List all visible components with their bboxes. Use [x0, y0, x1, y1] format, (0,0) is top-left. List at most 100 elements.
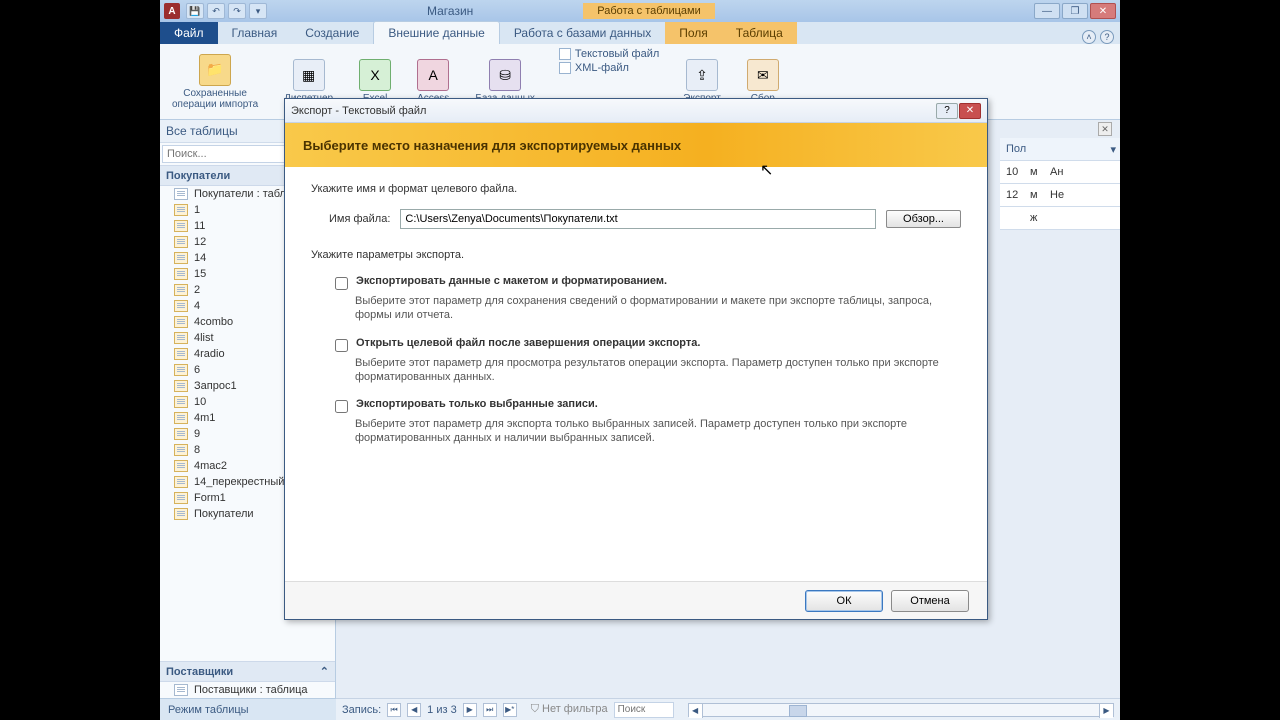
- minimize-ribbon-icon[interactable]: ˄: [1082, 30, 1096, 44]
- checkbox[interactable]: [335, 277, 348, 290]
- query-icon: [174, 412, 188, 424]
- datasheet-fragment: Пол▾ 10мАн 12мНе ж: [1000, 138, 1120, 230]
- query-icon: [174, 396, 188, 408]
- tab-table[interactable]: Таблица: [722, 22, 797, 44]
- tab-external-data[interactable]: Внешние данные: [373, 21, 500, 44]
- xml-file-icon: [559, 62, 571, 74]
- dialog-banner-text: Выберите место назначения для экспортиру…: [303, 138, 681, 153]
- filename-label: Имя файла:: [329, 213, 390, 225]
- save-icon[interactable]: 💾: [186, 3, 204, 19]
- first-record-button[interactable]: ⏮: [387, 703, 401, 717]
- scroll-left-icon[interactable]: ◀: [689, 704, 703, 718]
- query-icon: [174, 236, 188, 248]
- browse-button[interactable]: Обзор...: [886, 210, 961, 228]
- option-description: Выберите этот параметр для сохранения св…: [355, 294, 961, 323]
- query-icon: [174, 300, 188, 312]
- table-icon: [174, 684, 188, 696]
- instruction-text-2: Укажите параметры экспорта.: [311, 249, 961, 261]
- export-formatted-option[interactable]: Экспортировать данные с макетом и формат…: [335, 275, 961, 290]
- option-title: Экспортировать данные с макетом и формат…: [356, 275, 667, 290]
- tab-database-tools[interactable]: Работа с базами данных: [500, 22, 665, 44]
- checkbox[interactable]: [335, 339, 348, 352]
- database-icon: ⛁: [489, 59, 521, 91]
- open-after-export-option[interactable]: Открыть целевой файл после завершения оп…: [335, 337, 961, 352]
- nav-group-suppliers[interactable]: Поставщики⌃: [160, 661, 335, 682]
- dialog-titlebar[interactable]: Экспорт - Текстовый файл ? ✕: [285, 99, 987, 123]
- query-icon: [174, 252, 188, 264]
- titlebar: A 💾 ↶ ↷ ▾ Магазин Работа с таблицами — ❐…: [160, 0, 1120, 22]
- dialog-footer: ОК Отмена: [285, 581, 987, 619]
- filter-status: ⛉ Нет фильтра: [531, 703, 608, 716]
- dialog-body: Укажите имя и формат целевого файла. Имя…: [285, 167, 987, 581]
- tab-file[interactable]: Файл: [160, 22, 218, 44]
- filename-input[interactable]: [400, 209, 876, 229]
- app-icon[interactable]: A: [164, 3, 180, 19]
- form-icon: [174, 492, 188, 504]
- dialog-close-button[interactable]: ✕: [959, 103, 981, 119]
- redo-icon[interactable]: ↷: [228, 3, 246, 19]
- table-row[interactable]: 12мНе: [1000, 184, 1120, 207]
- import-xml-file[interactable]: XML-файл: [559, 62, 659, 74]
- cancel-button[interactable]: Отмена: [891, 590, 969, 612]
- close-button[interactable]: ✕: [1090, 3, 1116, 19]
- import-text-file[interactable]: Текстовый файл: [559, 48, 659, 60]
- minimize-button[interactable]: —: [1034, 3, 1060, 19]
- record-label: Запись:: [342, 704, 381, 716]
- text-file-icon: [559, 48, 571, 60]
- horizontal-scrollbar[interactable]: ◀▶: [688, 703, 1114, 717]
- qat-dropdown-icon[interactable]: ▾: [249, 3, 267, 19]
- record-position: 1 из 3: [427, 704, 457, 716]
- collect-icon: ✉: [747, 59, 779, 91]
- record-navigator: Запись: ⏮ ◀ 1 из 3 ▶ ⏭ ▶* ⛉ Нет фильтра …: [336, 698, 1120, 720]
- dropdown-icon[interactable]: ▾: [1110, 143, 1116, 156]
- next-record-button[interactable]: ▶: [463, 703, 477, 717]
- nav-item-table[interactable]: Поставщики : таблица: [160, 682, 335, 698]
- query-icon: [174, 268, 188, 280]
- export-icon: ⇪: [686, 59, 718, 91]
- table-row[interactable]: ж: [1000, 207, 1120, 230]
- option-description: Выберите этот параметр для просмотра рез…: [355, 356, 961, 385]
- saved-imports-button[interactable]: 📁 Сохраненные операции импорта: [166, 46, 264, 117]
- access-icon: A: [417, 59, 449, 91]
- undo-icon[interactable]: ↶: [207, 3, 225, 19]
- excel-icon: X: [359, 59, 391, 91]
- folder-icon: 📁: [199, 54, 231, 86]
- dialog-help-button[interactable]: ?: [936, 103, 958, 119]
- contextual-tab-label: Работа с таблицами: [583, 3, 714, 19]
- help-icon[interactable]: ?: [1100, 30, 1114, 44]
- query-icon: [174, 332, 188, 344]
- new-record-button[interactable]: ▶*: [503, 703, 517, 717]
- last-record-button[interactable]: ⏭: [483, 703, 497, 717]
- tab-fields[interactable]: Поля: [665, 22, 722, 44]
- maximize-button[interactable]: ❐: [1062, 3, 1088, 19]
- column-header[interactable]: Пол▾: [1000, 138, 1120, 161]
- ribbon-tabs: Файл Главная Создание Внешние данные Раб…: [160, 22, 1120, 44]
- record-search-input[interactable]: [614, 702, 674, 718]
- query-icon: [174, 364, 188, 376]
- quick-access-toolbar: 💾 ↶ ↷ ▾: [186, 3, 267, 19]
- query-icon: [174, 316, 188, 328]
- query-icon: [174, 204, 188, 216]
- macro-icon: [174, 460, 188, 472]
- prev-record-button[interactable]: ◀: [407, 703, 421, 717]
- query-icon: [174, 428, 188, 440]
- table-row[interactable]: 10мАн: [1000, 161, 1120, 184]
- ok-button[interactable]: ОК: [805, 590, 883, 612]
- close-tab-button[interactable]: ✕: [1098, 122, 1112, 136]
- query-icon: [174, 220, 188, 232]
- dialog-title: Экспорт - Текстовый файл: [291, 105, 426, 117]
- export-selected-only-option[interactable]: Экспортировать только выбранные записи.: [335, 398, 961, 413]
- option-description: Выберите этот параметр для экспорта толь…: [355, 417, 961, 446]
- query-icon: [174, 476, 188, 488]
- option-title: Открыть целевой файл после завершения оп…: [356, 337, 700, 352]
- export-dialog: Экспорт - Текстовый файл ? ✕ Выберите ме…: [284, 98, 988, 620]
- grid-icon: ▦: [293, 59, 325, 91]
- tab-home[interactable]: Главная: [218, 22, 292, 44]
- query-icon: [174, 380, 188, 392]
- tab-create[interactable]: Создание: [291, 22, 373, 44]
- table-icon: [174, 188, 188, 200]
- checkbox[interactable]: [335, 400, 348, 413]
- dialog-banner: Выберите место назначения для экспортиру…: [285, 123, 987, 167]
- query-icon: [174, 284, 188, 296]
- scroll-right-icon[interactable]: ▶: [1099, 704, 1113, 718]
